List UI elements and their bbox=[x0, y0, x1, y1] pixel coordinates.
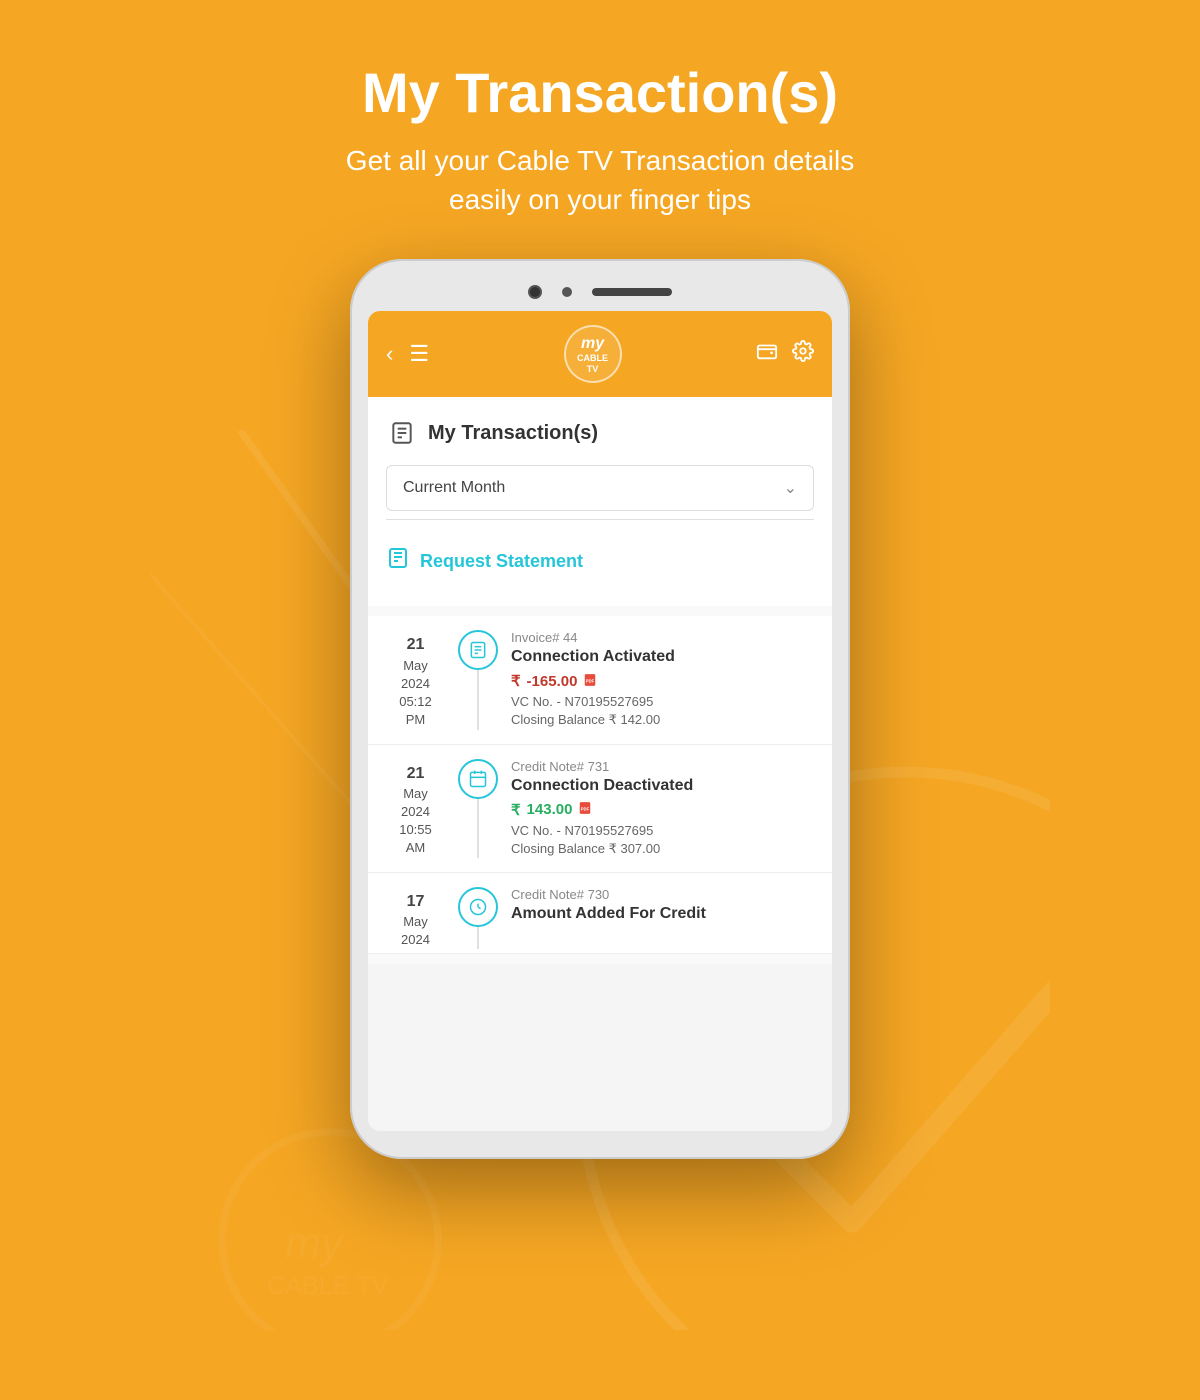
tx-amount-value-2: 143.00 bbox=[527, 801, 573, 818]
logo-circle: my CABLE TV bbox=[564, 325, 622, 383]
navbar-logo: my CABLE TV bbox=[564, 325, 622, 383]
subtitle-line1: Get all your Cable TV Transaction detail… bbox=[346, 145, 854, 176]
tx-amount-2: ₹ 143.00 PDF bbox=[511, 801, 822, 819]
tx-details-3: Credit Note# 730 Amount Added For Credit bbox=[503, 887, 822, 950]
page-header: My Transaction(s) Get all your Cable TV … bbox=[0, 0, 1200, 249]
tx-month-1: May bbox=[378, 657, 453, 675]
dropdown-arrow-icon: ⌄ bbox=[784, 478, 797, 498]
tx-day-1: 21 bbox=[378, 634, 453, 656]
logo-my: my bbox=[577, 334, 608, 353]
tx-note-1: Invoice# 44 bbox=[511, 630, 822, 645]
tx-date-col-3: 17 May 2024 bbox=[378, 887, 453, 950]
tx-day-2: 21 bbox=[378, 763, 453, 785]
svg-text:my: my bbox=[285, 1220, 345, 1268]
tx-month-3: May bbox=[378, 913, 453, 931]
dropdown-selected-value: Current Month bbox=[403, 479, 505, 497]
tx-details-2: Credit Note# 731 Connection Deactivated … bbox=[503, 759, 822, 858]
tx-year-1: 2024 bbox=[378, 675, 453, 693]
tx-month-2: May bbox=[378, 785, 453, 803]
back-button[interactable]: ‹ bbox=[386, 341, 393, 367]
svg-text:PDF: PDF bbox=[586, 678, 595, 683]
logo-cable: CABLE bbox=[577, 353, 608, 364]
tx-icon-circle-1 bbox=[458, 630, 498, 670]
wallet-button[interactable] bbox=[756, 340, 778, 368]
transaction-item-2: 21 May 2024 10:55 AM bbox=[368, 745, 832, 873]
tx-timeline-3 bbox=[453, 887, 503, 950]
tx-title-3: Amount Added For Credit bbox=[511, 905, 822, 923]
menu-button[interactable]: ☰ bbox=[409, 341, 429, 367]
tx-closing-value-1: 142.00 bbox=[620, 712, 660, 727]
page-title: My Transaction(s) bbox=[0, 60, 1200, 125]
tx-closing-value-2: 307.00 bbox=[620, 841, 660, 856]
app-navbar: ‹ ☰ my CABLE TV bbox=[368, 311, 832, 397]
transactions-icon bbox=[386, 417, 418, 449]
tx-details-1: Invoice# 44 Connection Activated ₹ -165.… bbox=[503, 630, 822, 729]
logo-tv: TV bbox=[577, 364, 608, 375]
divider bbox=[386, 519, 814, 520]
settings-button[interactable] bbox=[792, 340, 814, 368]
tx-title-1: Connection Activated bbox=[511, 648, 822, 666]
phone-top-bar bbox=[368, 277, 832, 311]
tx-closing-1: Closing Balance ₹ 142.00 bbox=[511, 712, 822, 728]
navbar-left: ‹ ☰ bbox=[386, 341, 429, 367]
tx-timeline-2 bbox=[453, 759, 503, 858]
tx-icon-circle-2 bbox=[458, 759, 498, 799]
tx-date-col-2: 21 May 2024 10:55 AM bbox=[378, 759, 453, 858]
phone-camera bbox=[528, 285, 542, 299]
tx-year-2: 2024 bbox=[378, 803, 453, 821]
tx-title-2: Connection Deactivated bbox=[511, 777, 822, 795]
transaction-item: 21 May 2024 05:12 PM bbox=[368, 616, 832, 744]
phone-wrapper: ‹ ☰ my CABLE TV bbox=[0, 259, 1200, 1159]
tx-time-2: 10:55 bbox=[378, 821, 453, 839]
tx-date-col-1: 21 May 2024 05:12 PM bbox=[378, 630, 453, 729]
logo-text: my CABLE TV bbox=[577, 334, 608, 375]
subtitle-line2: easily on your finger tips bbox=[449, 184, 751, 215]
tx-ampm-2: AM bbox=[378, 839, 453, 857]
tx-amount-value-1: -165.00 bbox=[527, 673, 578, 690]
tx-vc-1: VC No. - N70195527695 bbox=[511, 694, 822, 709]
tx-closing-2: Closing Balance ₹ 307.00 bbox=[511, 841, 822, 857]
phone-screen: ‹ ☰ my CABLE TV bbox=[368, 311, 832, 1131]
tx-timeline-1 bbox=[453, 630, 503, 729]
rupee-symbol-2: ₹ bbox=[511, 801, 521, 819]
tx-ampm-1: PM bbox=[378, 711, 453, 729]
page-subtitle: Get all your Cable TV Transaction detail… bbox=[0, 141, 1200, 219]
phone-speaker bbox=[592, 288, 672, 296]
request-statement-icon bbox=[386, 546, 410, 576]
app-content: My Transaction(s) Current Month ⌄ bbox=[368, 397, 832, 606]
svg-text:CABLE TV: CABLE TV bbox=[267, 1272, 389, 1300]
request-statement-section[interactable]: Request Statement bbox=[386, 536, 814, 586]
request-statement-label[interactable]: Request Statement bbox=[420, 551, 583, 572]
rupee-symbol-1: ₹ bbox=[511, 672, 521, 690]
tx-note-2: Credit Note# 731 bbox=[511, 759, 822, 774]
phone-outer: ‹ ☰ my CABLE TV bbox=[350, 259, 850, 1159]
phone-dot bbox=[562, 287, 572, 297]
month-dropdown[interactable]: Current Month ⌄ bbox=[386, 465, 814, 511]
svg-text:PDF: PDF bbox=[581, 806, 590, 811]
tx-icon-circle-3 bbox=[458, 887, 498, 927]
pdf-icon-2[interactable]: PDF bbox=[578, 801, 592, 818]
tx-vc-2: VC No. - N70195527695 bbox=[511, 823, 822, 838]
transactions-section-header: My Transaction(s) bbox=[386, 417, 814, 449]
tx-time-1: 05:12 bbox=[378, 693, 453, 711]
navbar-right bbox=[756, 340, 814, 368]
transaction-item-3: 17 May 2024 bbox=[368, 873, 832, 955]
tx-day-3: 17 bbox=[378, 891, 453, 913]
tx-amount-1: ₹ -165.00 PDF bbox=[511, 672, 822, 690]
transactions-list: 21 May 2024 05:12 PM bbox=[368, 606, 832, 964]
tx-note-3: Credit Note# 730 bbox=[511, 887, 822, 902]
pdf-icon-1[interactable]: PDF bbox=[583, 673, 597, 690]
tx-year-3: 2024 bbox=[378, 931, 453, 949]
transactions-title: My Transaction(s) bbox=[428, 422, 598, 445]
